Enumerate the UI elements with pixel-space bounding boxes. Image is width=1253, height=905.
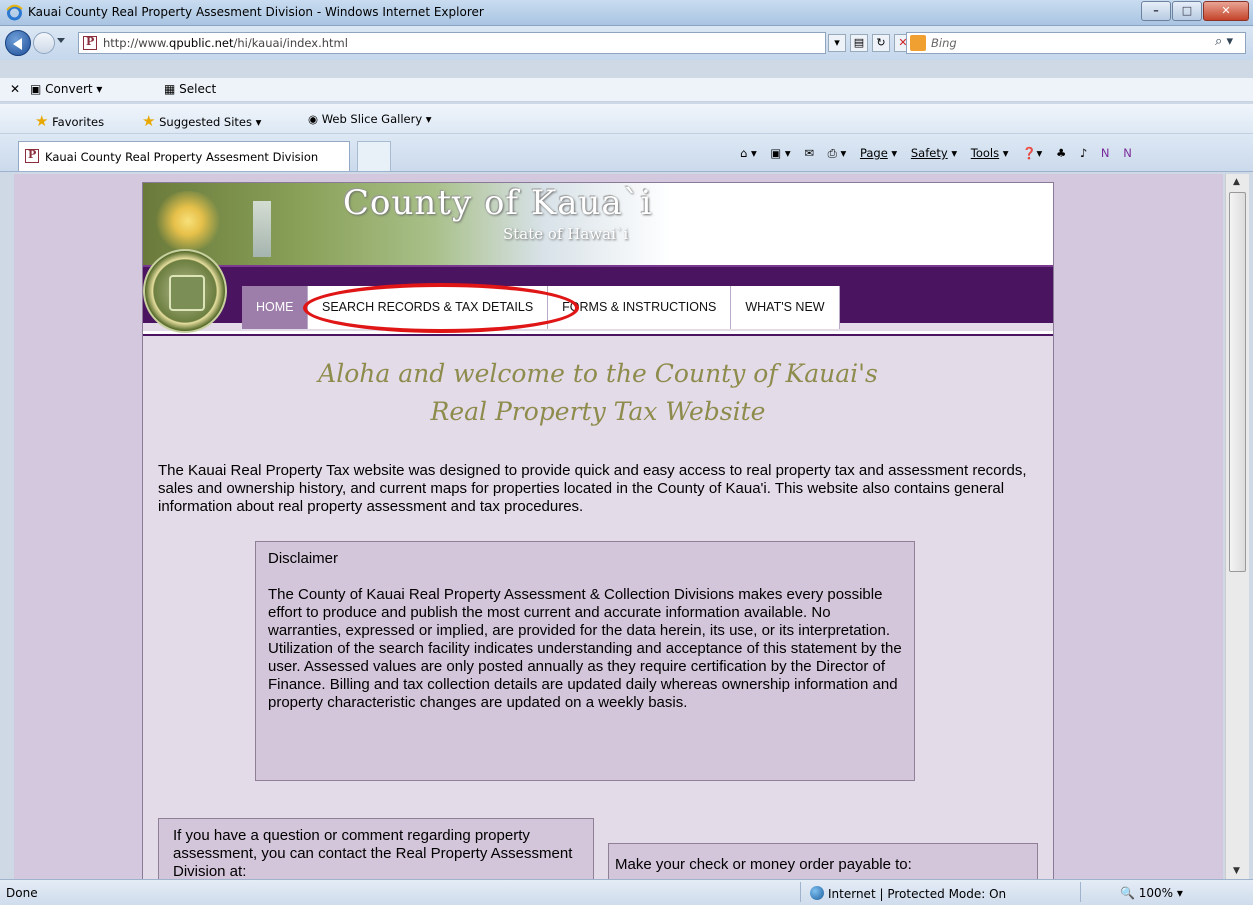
url-input[interactable]: http://www.qpublic.net/hi/kauai/index.ht… [78, 32, 826, 54]
status-separator [1080, 882, 1081, 902]
close-toolbar-icon[interactable]: ✕ [10, 82, 20, 96]
forward-button[interactable] [33, 32, 55, 54]
search-input[interactable]: Bing ⌕ ▾ [906, 32, 1246, 54]
safety-menu[interactable]: Safety ▾ [911, 146, 957, 160]
web-slice-gallery-button[interactable]: ◉ Web Slice Gallery ▾ [308, 112, 432, 126]
command-bar: ✕ ▣ Convert ▾ ▦ Select [0, 78, 1253, 102]
minimize-button[interactable]: – [1141, 1, 1171, 21]
search-placeholder: Bing [931, 36, 957, 50]
site-page: County of Kaua`i State of Hawai`i HOME S… [142, 182, 1054, 879]
status-bar: Done Internet | Protected Mode: On 🔍 100… [0, 879, 1253, 905]
compat-icon[interactable]: ▤ [850, 34, 868, 52]
bing-icon [910, 35, 926, 51]
home-icon[interactable]: ⌂ ▾ [740, 146, 757, 160]
tools-menu[interactable]: Tools ▾ [971, 146, 1009, 160]
site-banner: County of Kaua`i State of Hawai`i [143, 183, 1053, 265]
close-icon: ✕ [1221, 4, 1231, 17]
suggested-sites-button[interactable]: ★ Suggested Sites ▾ [142, 112, 261, 130]
page-viewport: County of Kaua`i State of Hawai`i HOME S… [14, 174, 1223, 879]
welcome-heading-line2: Real Property Tax Website [430, 397, 766, 426]
contact-box: If you have a question or comment regard… [158, 818, 594, 879]
status-text: Done [6, 886, 38, 900]
print-icon[interactable]: ⎙ ▾ [828, 146, 847, 160]
scroll-up-icon[interactable]: ▲ [1233, 177, 1240, 187]
url-text: http://www.qpublic.net/hi/kauai/index.ht… [103, 36, 348, 50]
add-favorite-icon: ★ [142, 112, 156, 130]
maximize-button[interactable]: □ [1172, 1, 1202, 21]
select-button[interactable]: ▦ Select [164, 82, 216, 96]
recent-pages-dropdown-icon[interactable] [57, 38, 65, 43]
mail-icon[interactable]: ✉ [804, 146, 814, 160]
ie-logo-icon [6, 4, 23, 21]
favorites-bar: ★ Favorites ★ Suggested Sites ▾ ◉ Web Sl… [0, 104, 1253, 134]
disclaimer-box: Disclaimer The County of Kauai Real Prop… [255, 541, 915, 781]
state-subtitle: State of Hawai`i [503, 225, 629, 243]
addon-icon[interactable]: ♪ [1080, 146, 1087, 160]
welcome-heading-line1: Aloha and welcome to the County of Kauai… [318, 359, 878, 388]
highlight-circle [303, 283, 579, 333]
scrollbar-thumb[interactable] [1229, 192, 1246, 572]
compatibility-view-icon[interactable]: ▾ [828, 34, 846, 52]
intro-paragraph: The Kauai Real Property Tax website was … [158, 462, 1027, 515]
contact-text: If you have a question or comment regard… [173, 827, 573, 879]
tab-active[interactable]: Kauai County Real Property Assesment Div… [18, 141, 350, 171]
search-icon[interactable]: ⌕ ▾ [1215, 34, 1233, 49]
page-menu[interactable]: Page ▾ [860, 146, 897, 160]
disclaimer-text: The County of Kauai Real Property Assess… [268, 586, 902, 711]
address-bar: http://www.qpublic.net/hi/kauai/index.ht… [0, 26, 1253, 60]
convert-button[interactable]: ▣ Convert ▾ [30, 82, 102, 96]
maximize-icon: □ [1181, 4, 1193, 17]
minimize-icon: – [1153, 4, 1159, 17]
payable-text: Make your check or money order payable t… [615, 856, 912, 873]
new-tab-button[interactable] [357, 141, 391, 171]
site-favicon-icon [83, 35, 97, 50]
refresh-icon[interactable]: ↻ [872, 34, 890, 52]
menu-whats-new[interactable]: WHAT'S NEW [731, 286, 840, 329]
waterfall-image [253, 201, 271, 257]
onenote-linked-icon[interactable]: N [1123, 146, 1132, 160]
window-titlebar: Kauai County Real Property Assesment Div… [0, 0, 1253, 26]
help-icon[interactable]: ❓▾ [1022, 146, 1042, 160]
window-title: Kauai County Real Property Assesment Div… [28, 5, 484, 19]
tab-favicon-icon [25, 148, 39, 163]
favorites-star-icon: ★ [35, 112, 49, 130]
feeds-icon[interactable]: ▣ ▾ [770, 146, 790, 160]
window-left-edge [0, 174, 14, 879]
tab-bar: Kauai County Real Property Assesment Div… [0, 134, 1253, 172]
favorites-button[interactable]: ★ Favorites [35, 112, 104, 130]
globe-icon [810, 886, 824, 900]
plumeria-image [153, 191, 223, 251]
command-toolbar: ⌂ ▾ ▣ ▾ ✉ ⎙ ▾ Page ▾ Safety ▾ Tools ▾ ❓▾… [740, 146, 1142, 161]
back-button[interactable] [5, 30, 31, 56]
menu-home[interactable]: HOME [242, 286, 308, 329]
tab-label: Kauai County Real Property Assesment Div… [45, 150, 319, 164]
security-zone[interactable]: Internet | Protected Mode: On [810, 886, 1006, 901]
onenote-icon[interactable]: N [1101, 146, 1110, 160]
zoom-control[interactable]: 🔍 100% ▾ [1120, 886, 1183, 900]
nav-underline [143, 331, 1053, 336]
county-seal-icon [143, 249, 227, 333]
payment-box: Make your check or money order payable t… [608, 843, 1038, 879]
disclaimer-heading: Disclaimer [268, 550, 339, 567]
close-window-button[interactable]: ✕ [1203, 1, 1249, 21]
research-icon[interactable]: ♣ [1056, 146, 1066, 160]
vertical-scrollbar[interactable]: ▲ ▼ [1225, 174, 1249, 879]
scroll-down-icon[interactable]: ▼ [1233, 866, 1240, 876]
status-separator [800, 882, 801, 902]
county-title: County of Kaua`i [343, 183, 653, 223]
